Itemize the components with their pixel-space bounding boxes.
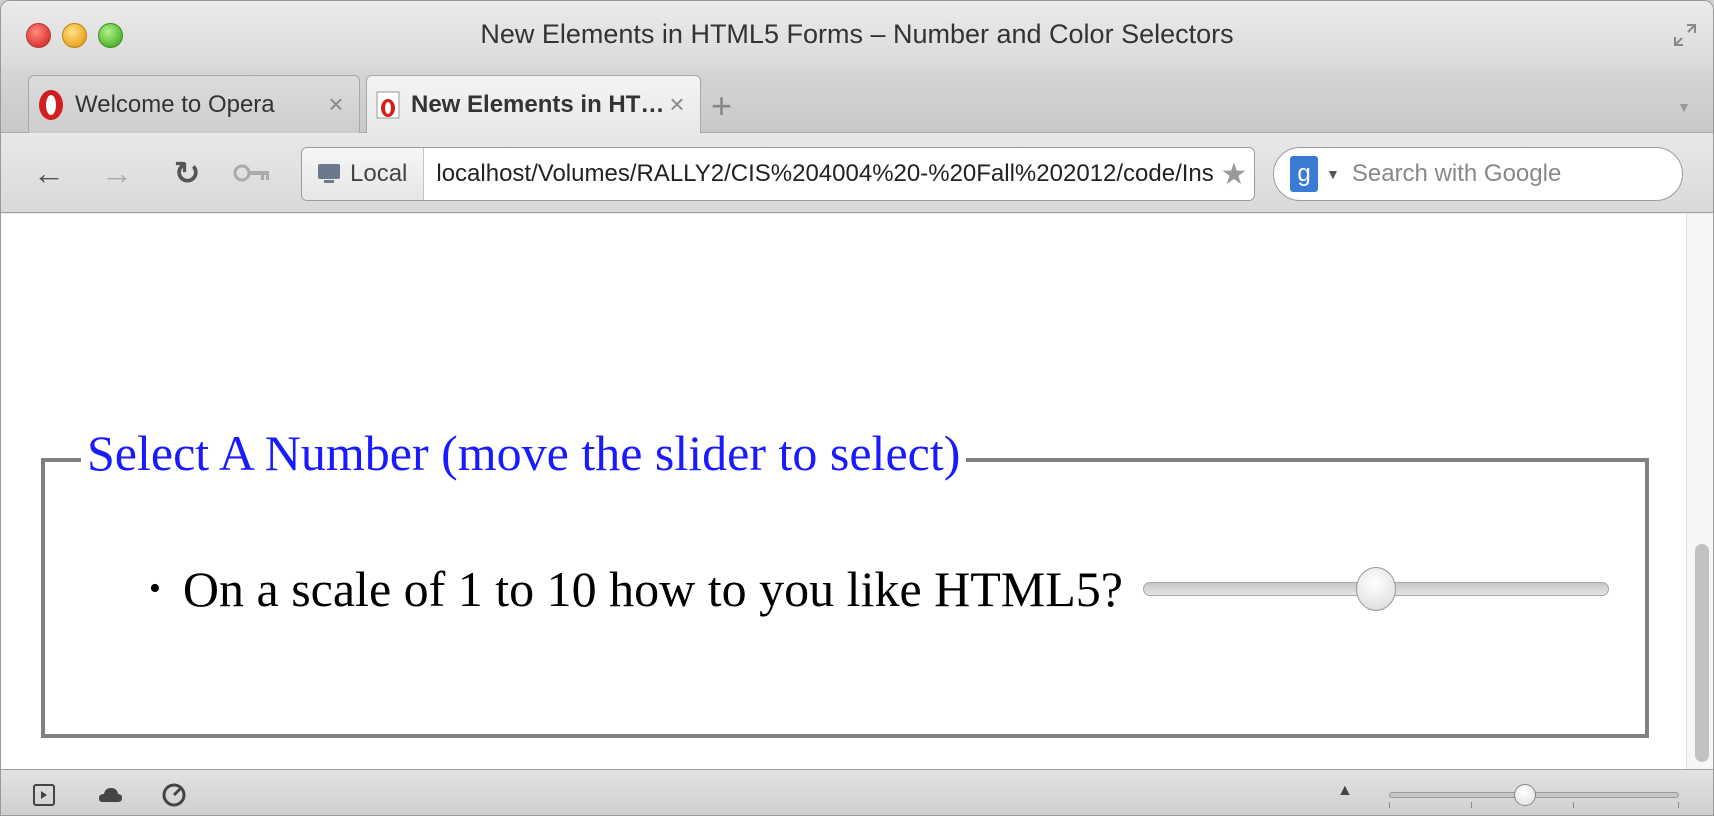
navigation-toolbar: ← → ↻ Local localhost/Volumes/RALLY2/CIS…: [1, 133, 1713, 213]
computer-icon: [318, 164, 340, 183]
url-input[interactable]: localhost/Volumes/RALLY2/CIS%204004%20-%…: [424, 160, 1214, 188]
tab-close-icon[interactable]: ×: [662, 89, 692, 120]
bookmark-star-icon[interactable]: ★: [1214, 157, 1254, 192]
window-title: New Elements in HTML5 Forms – Number and…: [480, 19, 1234, 49]
scrollbar-thumb[interactable]: [1695, 544, 1709, 762]
browser-window: New Elements in HTML5 Forms – Number and…: [0, 0, 1714, 816]
question-label: On a scale of 1 to 10 how to you like HT…: [182, 561, 1123, 617]
local-badge-label: Local: [350, 160, 408, 187]
tab-strip: Welcome to Opera × New Elements in HT… ×…: [1, 69, 1713, 133]
zoom-tick: [1678, 802, 1679, 808]
tab-label: Welcome to Opera: [75, 90, 275, 118]
search-engine-dropdown-icon[interactable]: ▼: [1326, 166, 1340, 182]
key-icon[interactable]: [233, 161, 273, 185]
zoom-menu-icon[interactable]: ▲: [1337, 782, 1353, 800]
fullscreen-icon[interactable]: [1671, 21, 1699, 49]
search-box[interactable]: g ▼ Search with Google: [1273, 147, 1683, 201]
tab-close-icon[interactable]: ×: [321, 89, 351, 120]
rating-slider[interactable]: [1143, 567, 1609, 611]
page-favicon-icon: [376, 91, 400, 118]
zoom-slider[interactable]: [1389, 782, 1679, 810]
new-tab-button[interactable]: +: [711, 88, 732, 124]
tab-welcome-to-opera[interactable]: Welcome to Opera ×: [28, 75, 360, 133]
slider-thumb[interactable]: [1356, 567, 1396, 611]
opera-icon: [39, 89, 63, 120]
title-bar: New Elements in HTML5 Forms – Number and…: [1, 1, 1713, 75]
status-bar: ▲: [1, 769, 1713, 815]
back-button[interactable]: ←: [31, 155, 67, 191]
tab-label: New Elements in HT…: [411, 90, 662, 118]
page-content: Select A Number (move the slider to sele…: [1, 214, 1686, 769]
tab-menu-chevron-icon[interactable]: ▼: [1677, 99, 1691, 115]
zoom-tick: [1389, 802, 1390, 808]
local-badge[interactable]: Local: [302, 148, 425, 200]
fieldset-legend: Select A Number (move the slider to sele…: [81, 424, 967, 482]
search-input[interactable]: Search with Google: [1352, 160, 1561, 188]
tab-new-elements[interactable]: New Elements in HT… ×: [366, 75, 701, 133]
zoom-tick: [1573, 802, 1574, 808]
opera-unite-cloud-icon[interactable]: [97, 782, 123, 808]
bullet: •: [149, 570, 161, 607]
list-item: • On a scale of 1 to 10 how to you like …: [149, 560, 1609, 618]
panel-toggle-icon[interactable]: [31, 782, 57, 808]
google-engine-icon[interactable]: g: [1290, 156, 1318, 192]
address-bar[interactable]: Local localhost/Volumes/RALLY2/CIS%20400…: [301, 147, 1255, 201]
forward-button[interactable]: →: [99, 155, 135, 191]
number-fieldset: Select A Number (move the slider to sele…: [41, 424, 1649, 738]
speedometer-turbo-icon[interactable]: [161, 782, 187, 808]
zoom-tick: [1471, 802, 1472, 808]
vertical-scrollbar[interactable]: [1686, 214, 1713, 769]
reload-button[interactable]: ↻: [169, 155, 205, 191]
zoom-thumb[interactable]: [1514, 784, 1537, 806]
